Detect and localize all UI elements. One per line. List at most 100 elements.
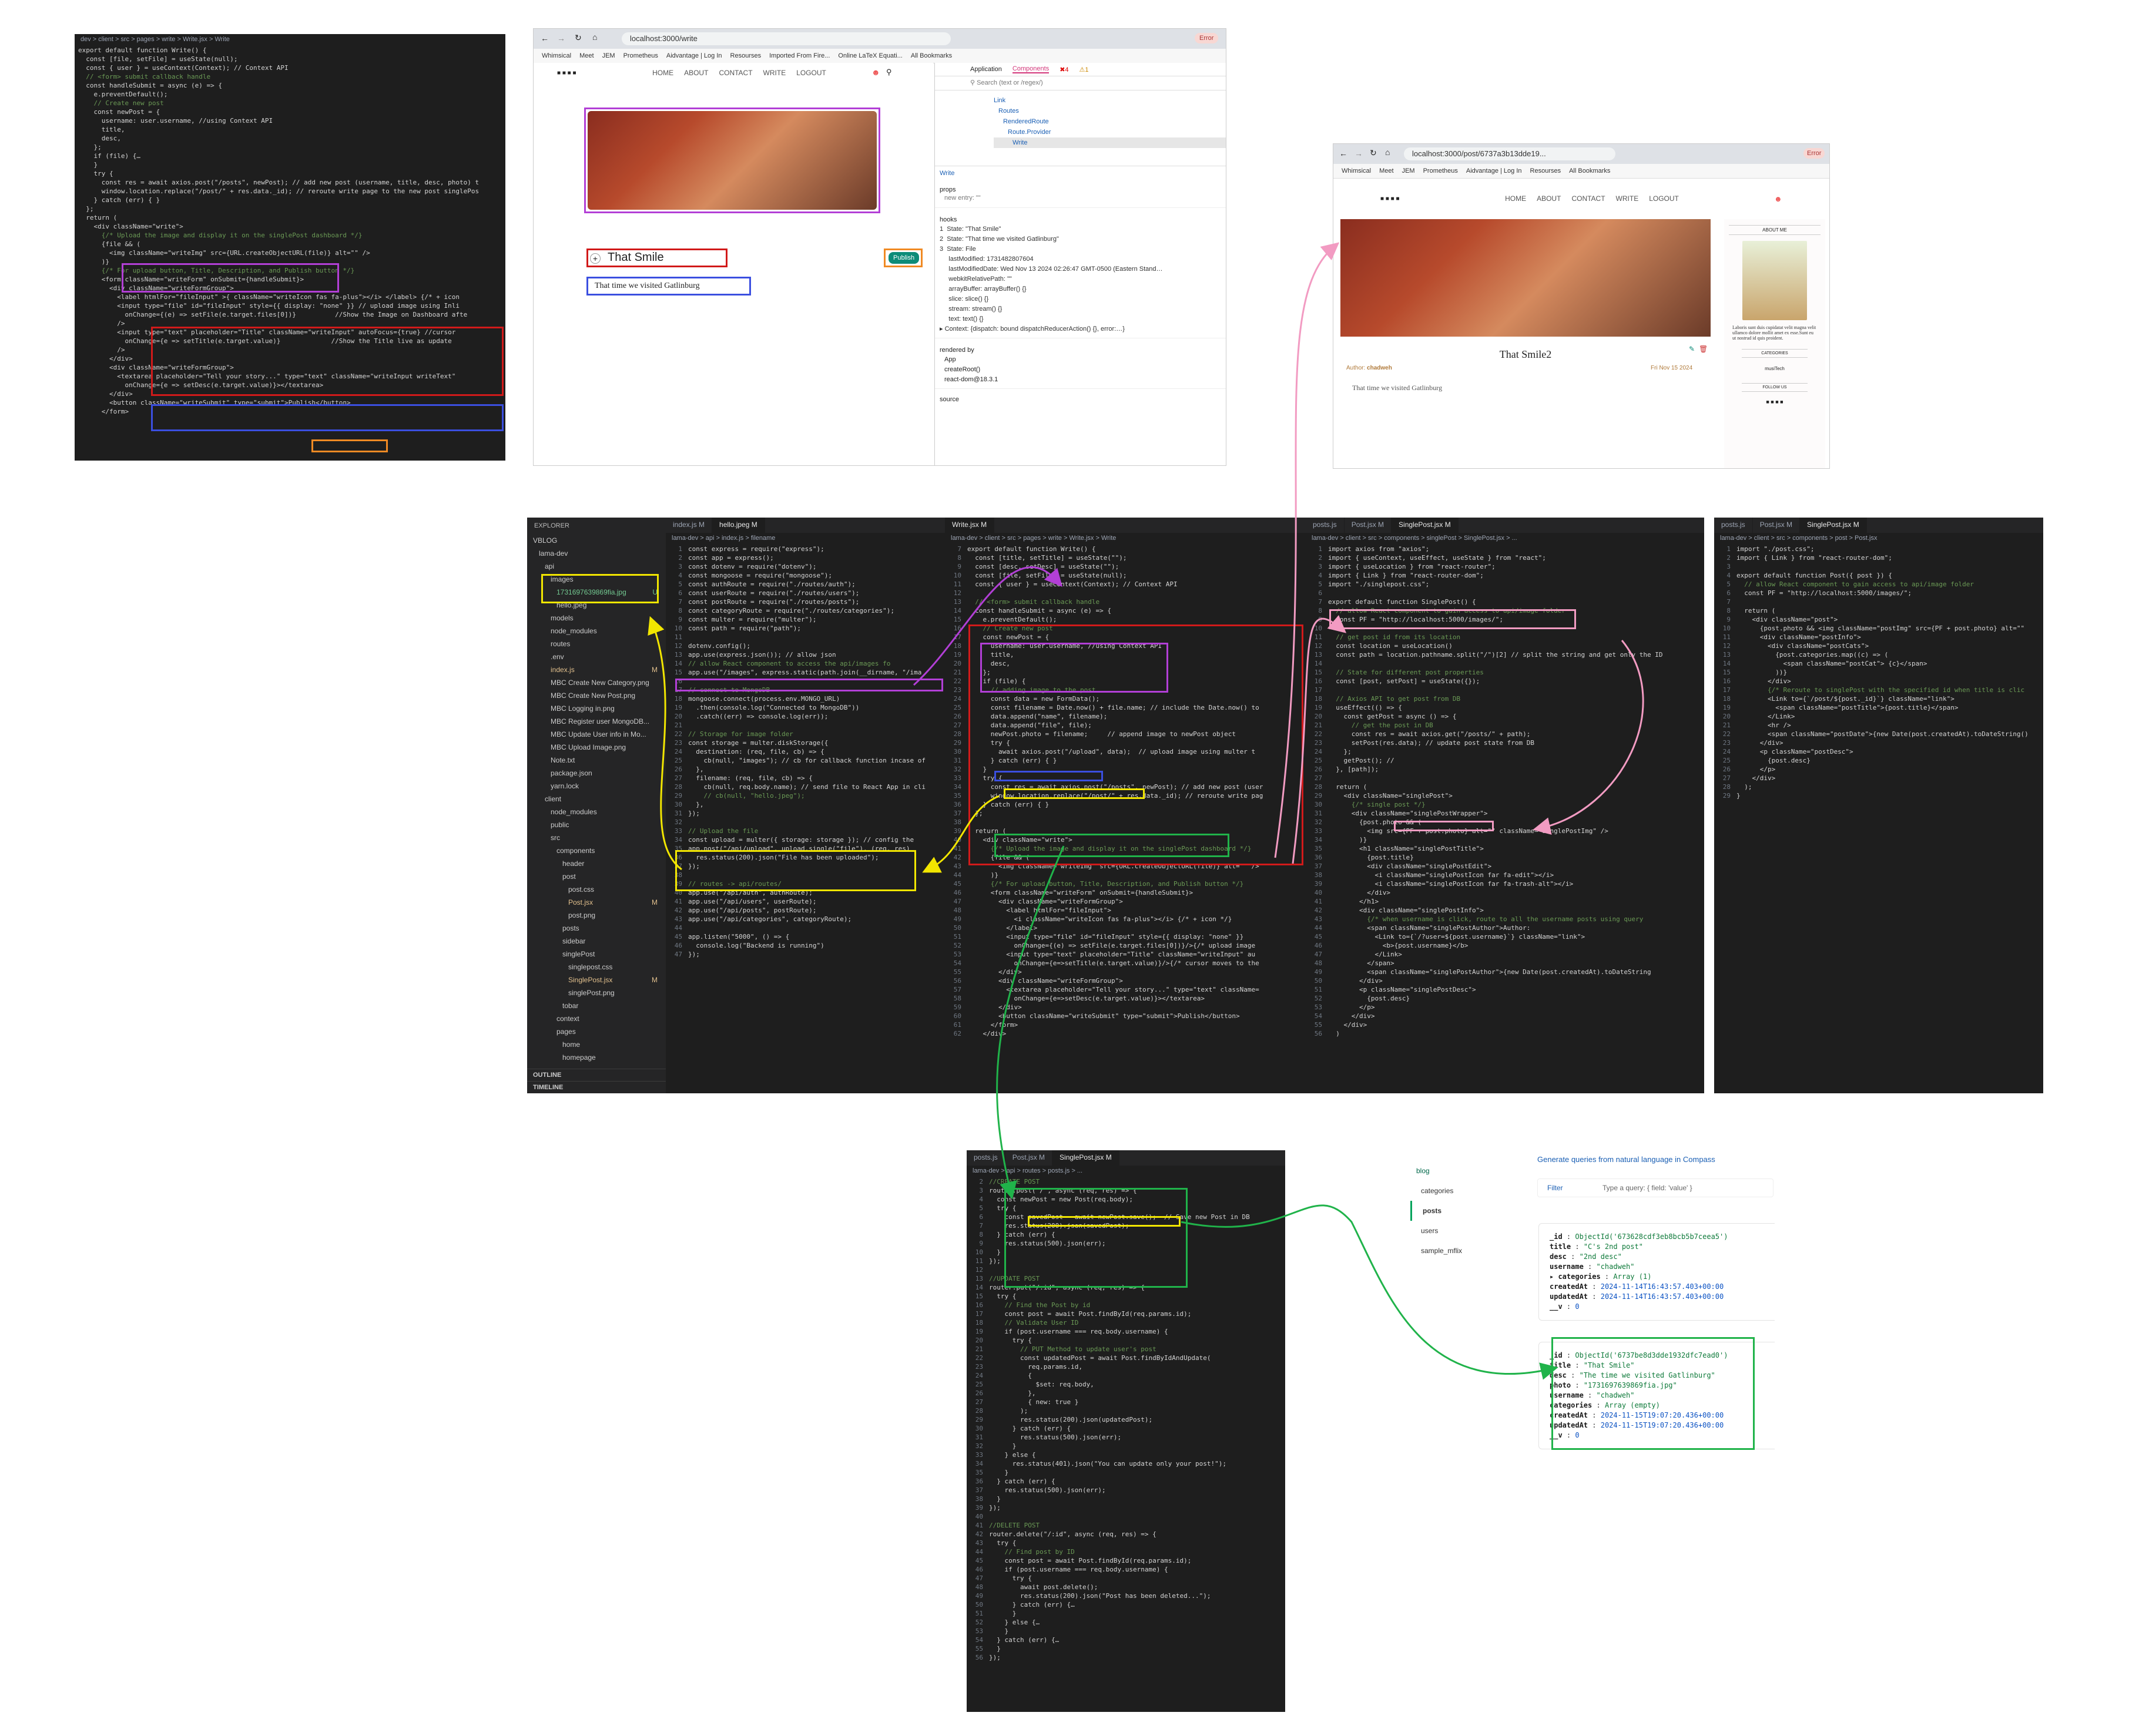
code-line[interactable]: 45 const post = await Post.findById(req.… — [967, 1556, 1285, 1565]
code-line[interactable]: 41 </h1> — [1306, 897, 1704, 906]
code-line[interactable]: 49 <span className="singlePostAuthor">{n… — [1306, 968, 1704, 976]
code-line[interactable]: // <form> submit callback handle — [78, 72, 505, 81]
file-tree-item[interactable]: lama-dev — [527, 547, 666, 560]
code-line[interactable]: 41 app.use("/api/users", userRoute); — [666, 897, 945, 906]
code-line[interactable]: 4 const mongoose = require("mongoose"); — [666, 571, 945, 580]
file-tree-item[interactable]: post.png — [527, 909, 666, 922]
nav-link[interactable]: HOME — [652, 69, 673, 77]
code-line[interactable]: 20 </Link> — [1714, 712, 2043, 721]
code-line[interactable]: }; — [78, 143, 505, 152]
code-line[interactable]: }; — [78, 204, 505, 213]
code-line[interactable]: 10 {post.photo && <img className="postIm… — [1714, 624, 2043, 633]
file-tree-item[interactable]: VBLOG — [527, 534, 666, 547]
back-icon[interactable]: ← — [541, 33, 549, 43]
code-line[interactable]: 2 const app = express(); — [666, 553, 945, 562]
code-line[interactable]: 24 }; — [1306, 747, 1704, 756]
code-line[interactable]: 23 </div> — [1714, 738, 2043, 747]
code-line[interactable]: 12 <div className="postCats"> — [1714, 642, 2043, 650]
file-tree-item[interactable]: singlePost — [527, 948, 666, 961]
code-line[interactable]: 62 </div> — [945, 1029, 1306, 1038]
code-line[interactable]: 29 res.status(200).json(updatedPost); — [967, 1415, 1285, 1424]
hook-entry[interactable]: ▸ Context: {dispatch: bound dispatchRedu… — [940, 324, 1222, 334]
code-line[interactable]: 46 if (post.username === req.body.userna… — [967, 1565, 1285, 1574]
editor-tab[interactable]: index.js M — [666, 518, 713, 533]
code-line[interactable]: 13 const path = location.pathname.split(… — [1306, 650, 1704, 659]
code-line[interactable]: 3 — [1714, 562, 2043, 571]
code-line[interactable]: 18 <Link to={`/post/${post._id}`} classN… — [1714, 694, 2043, 703]
bookmark-item[interactable]: All Bookmarks — [911, 52, 952, 59]
explorer-section[interactable]: TIMELINE — [527, 1081, 666, 1093]
code-line[interactable]: 37 res.status(500).json(err); — [967, 1486, 1285, 1495]
file-tree-item[interactable]: MBC Update User info in Mo... — [527, 728, 666, 741]
code-line[interactable]: 30 } catch (err) { — [967, 1424, 1285, 1433]
code-line[interactable]: 1 const express = require("express"); — [666, 545, 945, 553]
editor-tab[interactable]: posts.js — [967, 1150, 1005, 1166]
code-line[interactable]: 23 const storage = multer.diskStorage({ — [666, 738, 945, 747]
bookmark-item[interactable]: Resourses — [1530, 167, 1561, 174]
editor-tab[interactable]: SinglePost.jsx M — [1052, 1150, 1119, 1166]
collection-item[interactable]: posts — [1410, 1201, 1510, 1221]
hook-entry[interactable]: webkitRelativePath: "" — [940, 274, 1222, 284]
code-line[interactable]: <input type="file" id="fileInput" style=… — [78, 301, 505, 310]
file-tree-item[interactable]: package.json — [527, 767, 666, 780]
back-icon[interactable]: ← — [1339, 149, 1347, 158]
tree-node[interactable]: Write — [994, 137, 1226, 148]
file-tree-item[interactable]: header — [527, 857, 666, 870]
code-line[interactable]: 28 ); — [967, 1406, 1285, 1415]
sidebar-category-item[interactable]: musiTech — [1724, 361, 1825, 376]
code-line[interactable]: 28 ); — [1714, 783, 2043, 791]
code-line[interactable]: 35 } — [967, 1468, 1285, 1477]
editor-tab[interactable]: hello.jpeg M — [712, 518, 765, 533]
code-line[interactable]: 21 <hr /> — [1714, 721, 2043, 730]
code-line[interactable]: 40 — [967, 1512, 1285, 1521]
bookmark-item[interactable]: Prometheus — [623, 52, 658, 59]
forward-icon[interactable]: → — [1355, 149, 1363, 158]
code-line[interactable]: 44 <span className="singlePostAuthor">Au… — [1306, 924, 1704, 932]
code-line[interactable]: 34 )} — [1306, 835, 1704, 844]
editor-tab[interactable]: Post.jsx M — [1753, 518, 1801, 533]
collection-item[interactable]: sample_mflix — [1410, 1241, 1510, 1261]
code-line[interactable]: 43 {/* when username is click, route to … — [1306, 915, 1704, 924]
code-line[interactable]: 25 cb(null, "images"); // cb for callbac… — [666, 756, 945, 765]
tab-application[interactable]: Application — [970, 66, 1002, 73]
code-line[interactable]: 26 }, [path]); — [1306, 765, 1704, 774]
code-line[interactable]: 22 // Storage for image folder — [666, 730, 945, 738]
code-line[interactable]: 30 {/* single post */} — [1306, 800, 1704, 809]
hook-entry[interactable]: arrayBuffer: arrayBuffer() {} — [940, 284, 1222, 294]
code-line[interactable]: 23 setPost(res.data); // update post sta… — [1306, 738, 1704, 747]
code-line[interactable]: 47 try { — [967, 1574, 1285, 1583]
code-line[interactable]: const [file, setFile] = useState(null); — [78, 55, 505, 63]
code-line[interactable]: 9 const [desc, setDesc] = useState(""); — [945, 562, 1306, 571]
file-tree-item[interactable]: MBC Upload Image.png — [527, 741, 666, 754]
code-line[interactable]: 8 const categoryRoute = require("./routes… — [666, 606, 945, 615]
code-line[interactable]: 23 req.params.id, — [967, 1362, 1285, 1371]
nav-link[interactable]: HOME — [1505, 194, 1526, 203]
code-line[interactable]: 1 import "./post.css"; — [1714, 545, 2043, 553]
code-line[interactable]: onChange={(e) => setFile(e.target.files[… — [78, 310, 505, 319]
code-line[interactable]: 15 e.preventDefault(); — [945, 615, 1306, 624]
address-bar[interactable]: localhost:3000/write — [622, 32, 951, 45]
editor-tab[interactable]: posts.js — [1306, 518, 1345, 533]
code-line[interactable]: 51 <input type="file" id="fileInput" sty… — [945, 932, 1306, 941]
code-line[interactable]: 16 </div> — [1714, 677, 2043, 686]
file-tree-item[interactable]: components — [527, 844, 666, 857]
code-line[interactable]: 59 </div> — [945, 1003, 1306, 1012]
code-line[interactable]: 25 $set: req.body, — [967, 1380, 1285, 1389]
code-line[interactable]: <label htmlFor="fileInput" >{ className=… — [78, 293, 505, 301]
code-line[interactable]: 2 //CREATE POST — [967, 1177, 1285, 1186]
file-tree-item[interactable]: models — [527, 612, 666, 624]
code-line[interactable]: 31 <div className="singlePostWrapper"> — [1306, 809, 1704, 818]
code-line[interactable]: 50 </div> — [1306, 976, 1704, 985]
code-line[interactable]: 30 }, — [666, 800, 945, 809]
code-line[interactable]: 25 getPost(); // — [1306, 756, 1704, 765]
code-line[interactable]: 17 — [1306, 686, 1704, 694]
edit-icon[interactable]: ✎ — [1689, 345, 1695, 353]
code-line[interactable]: 54 onChange={e=>setTitle(e.target.value)… — [945, 959, 1306, 968]
search-icon[interactable]: ⚲ — [886, 68, 892, 77]
code-line[interactable]: 6 const userRoute = require("./routes/use… — [666, 589, 945, 597]
code-line[interactable]: 14 — [1306, 659, 1704, 668]
code-line[interactable]: 5 // allow React component to gain acces… — [1714, 580, 2043, 589]
code-line[interactable]: 33 } else { — [967, 1450, 1285, 1459]
code-line[interactable]: const handleSubmit = async (e) => { — [78, 81, 505, 90]
file-tree-item[interactable]: public — [527, 818, 666, 831]
